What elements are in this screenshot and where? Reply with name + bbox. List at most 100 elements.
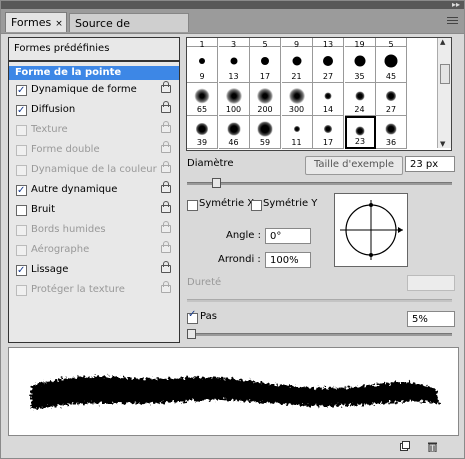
brush-tip-cell[interactable]: 65 bbox=[187, 83, 218, 116]
brush-tip-cell[interactable]: 300 bbox=[281, 83, 313, 116]
setting-checkbox[interactable] bbox=[16, 81, 27, 101]
brush-size-label: 35 bbox=[354, 72, 365, 81]
brush-tip-cell[interactable]: 19 bbox=[344, 38, 376, 49]
brush-presets-item[interactable]: Formes prédéfinies bbox=[9, 38, 179, 62]
stroke-preview-graphic bbox=[31, 376, 439, 410]
brush-tip-cell[interactable]: 13 bbox=[313, 38, 344, 49]
setting-checkbox[interactable] bbox=[16, 205, 27, 216]
tab-source-duplication[interactable]: Source de duplication bbox=[69, 13, 189, 49]
brush-tip-preview-icon bbox=[257, 121, 273, 136]
flip-x-checkbox[interactable] bbox=[187, 200, 198, 211]
setting-item[interactable]: Diffusion bbox=[9, 100, 179, 121]
brush-tip-cell[interactable]: 5 bbox=[376, 38, 407, 49]
brush-tip-cell[interactable]: 14 bbox=[313, 83, 344, 116]
trash-icon[interactable] bbox=[427, 441, 438, 452]
brush-tip-cell[interactable]: 39 bbox=[187, 116, 218, 149]
diameter-slider[interactable] bbox=[187, 182, 452, 185]
setting-item[interactable]: Forme double bbox=[9, 140, 179, 160]
brush-tip-cell[interactable]: 5 bbox=[250, 38, 281, 49]
spacing-input[interactable]: 5% bbox=[407, 311, 455, 327]
brush-size-label: 21 bbox=[291, 72, 302, 81]
brush-tip-cell[interactable]: 21 bbox=[281, 47, 313, 83]
setting-checkbox[interactable] bbox=[16, 261, 27, 281]
lock-icon[interactable] bbox=[161, 281, 171, 293]
lock-icon[interactable] bbox=[161, 221, 171, 233]
brush-tip-cell[interactable]: 200 bbox=[250, 83, 281, 116]
brush-tip-cell[interactable]: 9 bbox=[187, 47, 218, 83]
lock-icon[interactable] bbox=[161, 241, 171, 253]
brush-tip-cell[interactable]: 27 bbox=[313, 47, 344, 83]
brush-tip-shape-item[interactable]: Forme de la pointe bbox=[9, 66, 179, 80]
close-icon[interactable]: × bbox=[55, 19, 63, 29]
flip-y-checkbox[interactable] bbox=[251, 200, 262, 211]
spacing-slider[interactable] bbox=[187, 333, 452, 336]
lock-icon[interactable] bbox=[161, 81, 171, 93]
setting-checkbox bbox=[16, 245, 27, 256]
new-preset-icon[interactable] bbox=[399, 441, 410, 452]
diameter-input[interactable]: 23 px bbox=[405, 156, 455, 172]
brush-tip-preview-icon bbox=[293, 125, 300, 132]
brush-tip-cell[interactable]: 35 bbox=[344, 47, 376, 83]
setting-checkbox bbox=[16, 285, 27, 296]
brush-tip-preview-icon bbox=[355, 126, 365, 135]
setting-item[interactable]: Texture bbox=[9, 120, 179, 140]
panel-menu-icon[interactable] bbox=[447, 17, 458, 26]
brush-tip-cell[interactable]: 27 bbox=[376, 83, 407, 116]
lock-icon[interactable] bbox=[161, 121, 171, 133]
lock-icon[interactable] bbox=[161, 101, 171, 113]
setting-checkbox bbox=[16, 225, 27, 236]
brush-grid-scrollbar[interactable]: ▲ ▼ bbox=[437, 38, 451, 148]
brush-tip-preview-icon bbox=[261, 57, 269, 65]
angle-roundness-widget[interactable] bbox=[334, 193, 408, 267]
scroll-up-icon[interactable]: ▲ bbox=[440, 38, 445, 46]
diameter-slider-knob[interactable] bbox=[212, 178, 221, 188]
lock-icon[interactable] bbox=[161, 261, 171, 273]
angle-label: Angle : bbox=[226, 230, 262, 241]
brush-tip-cell[interactable]: 3 bbox=[218, 38, 250, 49]
setting-label: Autre dynamique bbox=[31, 184, 118, 195]
setting-checkbox[interactable] bbox=[16, 101, 27, 121]
collapse-icon[interactable]: ▸▸ bbox=[452, 1, 460, 9]
setting-item[interactable]: Bords humides bbox=[9, 220, 179, 240]
spacing-slider-knob[interactable] bbox=[187, 329, 196, 339]
setting-item[interactable]: Aérographe bbox=[9, 240, 179, 260]
setting-item[interactable]: Lissage bbox=[9, 260, 179, 281]
roundness-input[interactable]: 100% bbox=[265, 252, 311, 268]
brush-tip-cell[interactable]: 9 bbox=[281, 38, 313, 49]
brush-tip-cell[interactable]: 13 bbox=[218, 47, 250, 83]
brush-tip-cell[interactable]: 59 bbox=[250, 116, 281, 149]
setting-item[interactable]: Dynamique de forme bbox=[9, 80, 179, 101]
lock-icon[interactable] bbox=[161, 141, 171, 153]
setting-item[interactable]: Autre dynamique bbox=[9, 180, 179, 201]
brush-tip-cell[interactable]: 46 bbox=[218, 116, 250, 149]
lock-icon[interactable] bbox=[161, 201, 171, 213]
setting-label: Dynamique de la couleur bbox=[31, 164, 157, 175]
setting-checkbox[interactable] bbox=[16, 181, 27, 201]
panel-title-bar[interactable]: ▸▸ bbox=[1, 1, 464, 9]
scroll-down-icon[interactable]: ▼ bbox=[440, 140, 445, 148]
setting-item[interactable]: Bruit bbox=[9, 200, 179, 220]
setting-item[interactable]: Protéger la texture bbox=[9, 280, 179, 300]
brush-tip-cell[interactable]: 1 bbox=[187, 38, 218, 49]
brush-tip-cell[interactable]: 11 bbox=[281, 116, 313, 149]
sample-size-button[interactable]: Taille d'exemple bbox=[305, 156, 403, 175]
brush-tip-cell[interactable]: 100 bbox=[218, 83, 250, 116]
scroll-thumb[interactable] bbox=[440, 64, 450, 84]
setting-checkbox bbox=[16, 165, 27, 176]
brush-size-label: 27 bbox=[322, 72, 334, 81]
setting-item[interactable]: Dynamique de la couleur bbox=[9, 160, 179, 180]
spacing-checkbox[interactable] bbox=[187, 309, 198, 324]
brush-tip-preview-icon bbox=[355, 91, 364, 100]
brush-tip-cell[interactable]: 17 bbox=[313, 116, 344, 149]
brush-tip-preview-icon bbox=[227, 122, 240, 135]
brush-tip-cell[interactable]: 45 bbox=[376, 47, 407, 83]
brush-tip-cell[interactable]: 23 bbox=[344, 116, 376, 149]
lock-icon[interactable] bbox=[161, 181, 171, 193]
tab-formes[interactable]: Formes × bbox=[5, 12, 67, 32]
brush-tip-cell[interactable]: 17 bbox=[250, 47, 281, 83]
lock-icon[interactable] bbox=[161, 161, 171, 173]
brush-tip-cell[interactable]: 36 bbox=[376, 116, 407, 149]
brush-tip-cell[interactable]: 24 bbox=[344, 83, 376, 116]
brush-size-label: 59 bbox=[259, 138, 271, 147]
angle-input[interactable]: 0° bbox=[265, 228, 311, 244]
